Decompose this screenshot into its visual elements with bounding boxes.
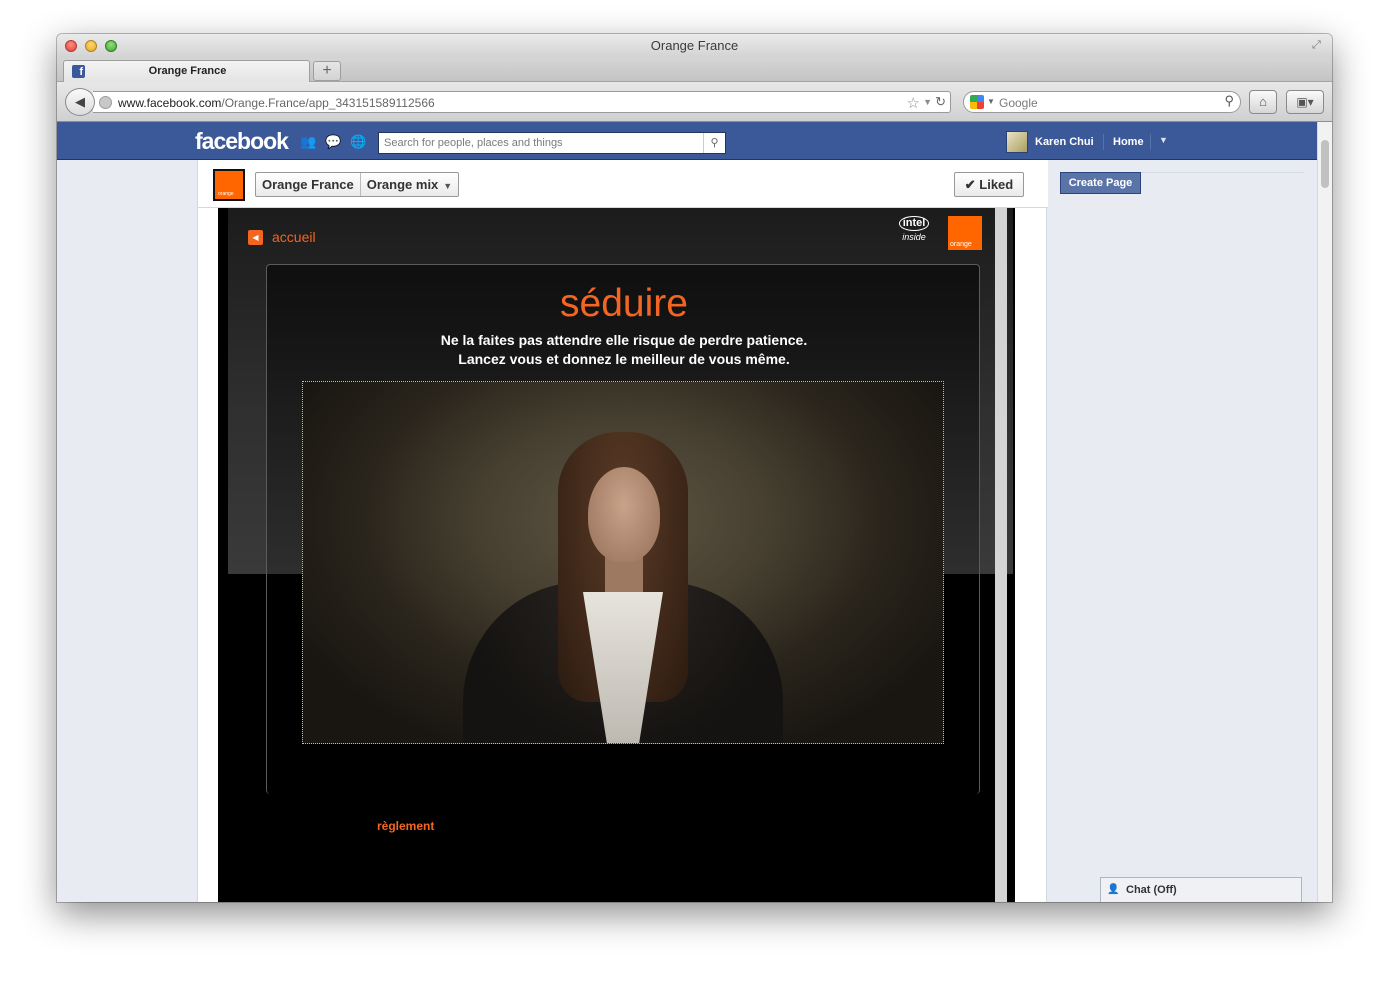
tab-label: Orange France (148, 65, 227, 77)
window-title: Orange France (650, 38, 739, 53)
user-name-link[interactable]: Karen Chui (1035, 136, 1094, 148)
globe-icon (99, 96, 112, 109)
person-face (588, 467, 660, 562)
chat-user-icon: 👤 (1107, 884, 1120, 895)
vertical-scrollbar[interactable] (1317, 122, 1332, 902)
intel-inside-text: inside (902, 232, 926, 242)
content-panel: séduire Ne la faites pas attendre elle r… (266, 264, 981, 833)
facebook-logo[interactable]: facebook (195, 128, 289, 155)
page-top-bar: orange Orange France Orange mix ▼ ✔ Liked (198, 160, 1048, 208)
messages-icon[interactable]: 💬 (325, 134, 341, 150)
new-tab-button[interactable]: + (313, 61, 341, 81)
browser-window: Orange France ⤢ f Orange France + www.fa… (57, 34, 1332, 902)
intel-inside-logo: intel inside (895, 216, 933, 250)
app-canvas: ◀ accueil intel inside orange séduire Ne … (218, 208, 1015, 902)
panel-description: Ne la faites pas attendre elle risque de… (267, 331, 981, 369)
search-engine-dropdown-icon[interactable]: ▼ (987, 97, 995, 106)
breadcrumb-orange-mix[interactable]: Orange mix ▼ (359, 173, 458, 196)
tab-orange-france[interactable]: f Orange France (63, 60, 310, 82)
accueil-button[interactable]: ◀ accueil (248, 229, 316, 245)
liked-label: Liked (979, 177, 1014, 192)
accueil-label: accueil (272, 229, 316, 245)
divider (1103, 134, 1104, 150)
avatar[interactable] (1006, 131, 1028, 153)
checkmark-icon: ✔ (964, 177, 980, 192)
bookmarks-icon: ▣▾ (1296, 95, 1314, 109)
home-button[interactable]: ⌂ (1249, 90, 1277, 114)
fullscreen-icon[interactable]: ⤢ (1312, 39, 1324, 51)
panel-title: séduire (560, 282, 688, 325)
back-button[interactable]: ◀ (65, 88, 95, 116)
divider (1150, 134, 1151, 150)
app-side-strip (995, 208, 1007, 902)
google-icon (970, 95, 984, 109)
chat-label: Chat (Off) (1126, 884, 1177, 896)
description-line-1: Ne la faites pas attendre elle risque de… (440, 332, 808, 348)
intel-wordmark: intel (898, 216, 930, 231)
url-domain: www.facebook.com (118, 96, 222, 110)
notifications-globe-icon[interactable]: 🌐 (350, 134, 366, 150)
page-thumbnail[interactable]: orange (213, 169, 245, 201)
description-line-2: Lancez vous et donnez le meilleur de vou… (458, 351, 790, 367)
facebook-search-input[interactable]: Search for people, places and things (384, 137, 563, 149)
magnifier-icon[interactable]: ⚲ (1224, 93, 1234, 109)
chat-bar[interactable]: 👤 Chat (Off) (1100, 877, 1302, 902)
url-text: www.facebook.com/Orange.France/app_34315… (118, 96, 435, 110)
scroll-thumb[interactable] (1321, 140, 1329, 188)
title-bar: Orange France ⤢ (57, 34, 1332, 58)
page-column: orange Orange France Orange mix ▼ ✔ Liked… (197, 160, 1048, 902)
url-path: /Orange.France/app_343151589112566 (221, 96, 435, 110)
back-arrow-icon: ◀ (75, 94, 85, 109)
bookmarks-button[interactable]: ▣▾ (1286, 90, 1324, 114)
orange-logo: orange (948, 216, 982, 250)
create-page-button[interactable]: Create Page (1060, 172, 1141, 194)
orange-logo-text: orange (950, 241, 972, 248)
friend-requests-icon[interactable]: 👥 (300, 134, 316, 150)
facebook-search[interactable]: Search for people, places and things ⚲ (378, 132, 726, 154)
search-input[interactable]: Google (999, 96, 1038, 110)
home-link[interactable]: Home (1113, 136, 1144, 148)
back-arrow-icon: ◀ (248, 229, 263, 245)
video-player[interactable] (302, 381, 944, 744)
search-bar[interactable]: ▼ Google ⚲ (963, 91, 1241, 113)
search-icon[interactable]: ⚲ (703, 133, 725, 153)
thumbnail-text: orange (218, 191, 234, 197)
breadcrumb-orange-mix-label: Orange mix (366, 177, 439, 192)
account-menu-chevron-icon[interactable]: ▼ (1159, 135, 1168, 145)
chevron-down-icon: ▼ (443, 181, 453, 191)
home-icon: ⌂ (1259, 94, 1267, 109)
tab-bar: f Orange France + (57, 58, 1332, 82)
facebook-header: facebook 👥 💬 🌐 Search for people, places… (57, 122, 1317, 160)
breadcrumb: Orange France Orange mix ▼ (255, 172, 460, 197)
reload-icon[interactable]: ↻ (935, 94, 946, 110)
url-bar[interactable]: www.facebook.com/Orange.France/app_34315… (93, 91, 951, 113)
video-frame-person (463, 432, 783, 743)
navigation-bar: www.facebook.com/Orange.France/app_34315… (57, 82, 1332, 122)
liked-button[interactable]: ✔ Liked (954, 172, 1024, 197)
breadcrumb-orange-france[interactable]: Orange France (256, 173, 360, 196)
star-icon[interactable]: ☆ (907, 94, 920, 112)
chevron-down-icon[interactable]: ▼ (923, 97, 932, 107)
rules-link[interactable]: règlement (377, 819, 434, 833)
